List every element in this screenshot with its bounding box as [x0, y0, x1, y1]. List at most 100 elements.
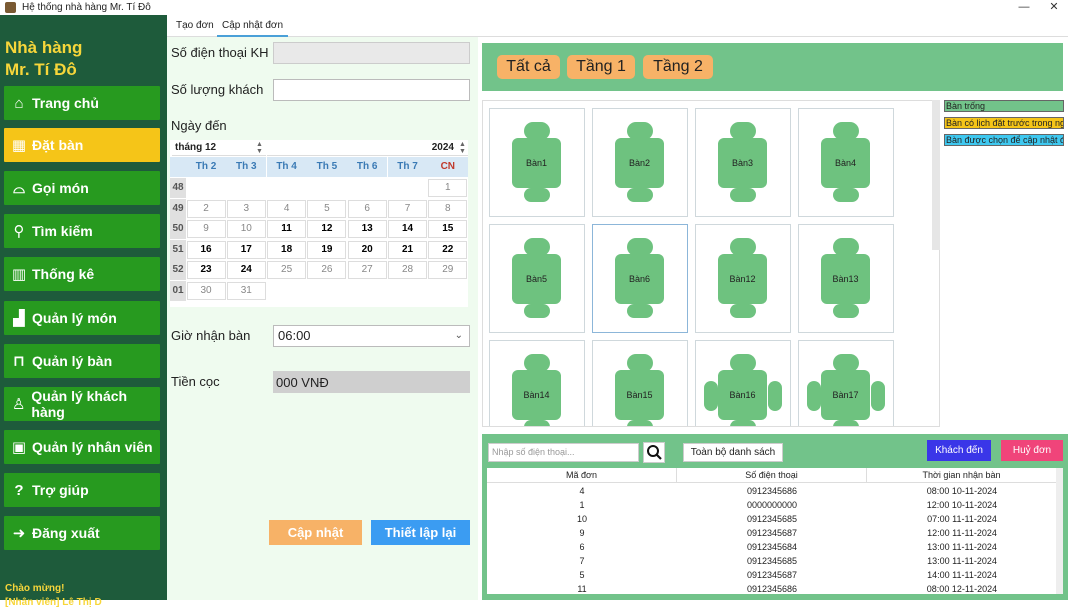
- sidebar-item-3[interactable]: ⚲ Tìm kiếm: [4, 214, 160, 248]
- calendar-day[interactable]: 28: [388, 261, 427, 279]
- tab-update-order[interactable]: Cập nhật đơn: [217, 19, 289, 37]
- reset-button[interactable]: Thiết lập lại: [371, 520, 470, 545]
- calendar-day[interactable]: 18: [267, 240, 307, 259]
- calendar-day[interactable]: 26: [307, 261, 347, 279]
- guest-arrived-button[interactable]: Khách đến: [927, 440, 991, 461]
- table-card[interactable]: Bàn4: [798, 108, 894, 217]
- calendar-day[interactable]: 2: [186, 199, 226, 218]
- search-button[interactable]: [643, 442, 665, 463]
- close-button[interactable]: ✕: [1040, 0, 1068, 15]
- calendar-day[interactable]: 16: [186, 240, 226, 259]
- cancel-order-button[interactable]: Huỷ đơn: [1001, 440, 1063, 461]
- calendar-day[interactable]: 21: [388, 240, 427, 259]
- column-header[interactable]: Số điện thoại: [677, 468, 867, 483]
- minimize-button[interactable]: —: [1010, 0, 1038, 15]
- column-header[interactable]: Mã đơn: [487, 468, 677, 483]
- week-header-blank: [170, 157, 186, 177]
- table-row[interactable]: 6 0912345684 13:00 11-11-2024: [487, 540, 1057, 554]
- calendar-day[interactable]: 29: [428, 261, 468, 279]
- table-cell: 0912345687: [746, 528, 798, 538]
- calendar-day[interactable]: 30: [186, 281, 226, 300]
- table-card[interactable]: Bàn14: [489, 340, 585, 426]
- deposit-field[interactable]: 000 VNĐ: [273, 371, 470, 393]
- floor-all-button[interactable]: Tất cả: [497, 55, 560, 79]
- calendar-day[interactable]: 10: [226, 220, 266, 238]
- calendar-day[interactable]: 13: [347, 220, 387, 238]
- table-row[interactable]: 5 0912345687 14:00 11-11-2024: [487, 568, 1057, 582]
- table-row[interactable]: 7 0912345685 13:00 11-11-2024: [487, 554, 1057, 568]
- update-button[interactable]: Cập nhật: [269, 520, 362, 545]
- calendar-day[interactable]: 27: [347, 261, 387, 279]
- calendar-year-field[interactable]: 2024: [267, 140, 468, 156]
- table-card[interactable]: Bàn6: [592, 224, 688, 333]
- phone-field[interactable]: [273, 42, 470, 64]
- weekday-header: Th 4: [266, 157, 307, 177]
- time-select[interactable]: 06:00 ⌄: [273, 325, 470, 347]
- sidebar-item-7[interactable]: ♙ Quản lý khách hàng: [4, 387, 160, 421]
- help-icon: ?: [14, 481, 24, 499]
- floor-1-button[interactable]: Tầng 1: [567, 55, 635, 79]
- table-card[interactable]: Bàn2: [592, 108, 688, 217]
- column-header[interactable]: Thời gian nhận bàn: [867, 468, 1057, 483]
- calendar-day[interactable]: 24: [226, 261, 266, 279]
- date-label: Ngày đến: [171, 118, 227, 133]
- calendar-day[interactable]: 6: [347, 199, 387, 218]
- calendar-month-select[interactable]: tháng 12: [172, 140, 266, 156]
- calendar-day[interactable]: 3: [226, 199, 266, 218]
- calendar-day[interactable]: 8: [428, 199, 468, 218]
- table-card[interactable]: Bàn17: [798, 340, 894, 426]
- table-card[interactable]: Bàn3: [695, 108, 791, 217]
- table-row[interactable]: 11 0912345686 08:00 12-11-2024: [487, 582, 1057, 594]
- table-card[interactable]: Bàn5: [489, 224, 585, 333]
- calendar-day[interactable]: 7: [388, 199, 427, 218]
- calendar-day[interactable]: 22: [428, 240, 468, 259]
- sidebar-item-1[interactable]: ▦ Đặt bàn: [4, 128, 160, 162]
- sidebar-item-2[interactable]: ⌓ Gọi món: [4, 171, 160, 205]
- table-card[interactable]: Bàn12: [695, 224, 791, 333]
- month-up-icon[interactable]: ▲: [256, 141, 263, 148]
- order-form: Số điện thoại KH Số lượng khách Ngày đến…: [167, 37, 478, 600]
- weekday-header: CN: [427, 157, 468, 177]
- table-card[interactable]: Bàn13: [798, 224, 894, 333]
- calendar-day[interactable]: 5: [307, 199, 347, 218]
- month-down-icon[interactable]: ▼: [256, 148, 263, 155]
- calendar-day[interactable]: 19: [307, 240, 347, 259]
- sidebar-item-8[interactable]: ▣ Quản lý nhân viên: [4, 430, 160, 464]
- year-down-icon[interactable]: ▼: [459, 148, 466, 155]
- sidebar-item-10[interactable]: ➜ Đăng xuất: [4, 516, 160, 550]
- sidebar-item-9[interactable]: ? Trợ giúp: [4, 473, 160, 507]
- sidebar-item-5[interactable]: ▟ Quản lý món: [4, 301, 160, 335]
- table-card[interactable]: Bàn15: [592, 340, 688, 426]
- table-row[interactable]: 9 0912345687 12:00 11-11-2024: [487, 526, 1057, 540]
- table-cell: 0912345685: [746, 514, 798, 524]
- phone-search-input[interactable]: Nhập số điện thoại...: [488, 443, 639, 462]
- table-row[interactable]: 1 0000000000 12:00 10-11-2024: [487, 498, 1057, 512]
- table-card[interactable]: Bàn16: [695, 340, 791, 426]
- sidebar-item-6[interactable]: ⊓ Quản lý bàn: [4, 344, 160, 378]
- table-cell: 0000000000: [746, 500, 798, 510]
- guests-field[interactable]: [273, 79, 470, 101]
- orders-scrollbar[interactable]: [1056, 468, 1063, 594]
- calendar-day[interactable]: 17: [226, 240, 266, 259]
- sidebar-item-4[interactable]: ▥ Thống kê: [4, 257, 160, 291]
- tab-create-order[interactable]: Tạo đơn: [171, 19, 219, 37]
- table-card[interactable]: Bàn1: [489, 108, 585, 217]
- table-row[interactable]: 10 0912345685 07:00 11-11-2024: [487, 512, 1057, 526]
- calendar-day[interactable]: 4: [267, 199, 307, 218]
- calendar-day[interactable]: 25: [267, 261, 307, 279]
- calendar-day[interactable]: 31: [226, 281, 266, 300]
- sidebar-item-0[interactable]: ⌂ Trang chủ: [4, 86, 160, 120]
- calendar-day[interactable]: 14: [388, 220, 427, 238]
- calendar-day[interactable]: 23: [186, 261, 226, 279]
- show-all-button[interactable]: Toàn bộ danh sách: [683, 443, 783, 462]
- calendar-day[interactable]: 20: [347, 240, 387, 259]
- table-scrollbar[interactable]: [932, 100, 940, 250]
- floor-2-button[interactable]: Tầng 2: [643, 55, 713, 79]
- year-up-icon[interactable]: ▲: [459, 141, 466, 148]
- calendar-day[interactable]: 12: [307, 220, 347, 238]
- calendar-day[interactable]: 9: [186, 220, 226, 238]
- calendar-day[interactable]: 15: [428, 220, 468, 238]
- calendar-day[interactable]: 11: [267, 220, 307, 238]
- calendar-day[interactable]: 1: [428, 179, 468, 197]
- table-row[interactable]: 4 0912345686 08:00 10-11-2024: [487, 484, 1057, 498]
